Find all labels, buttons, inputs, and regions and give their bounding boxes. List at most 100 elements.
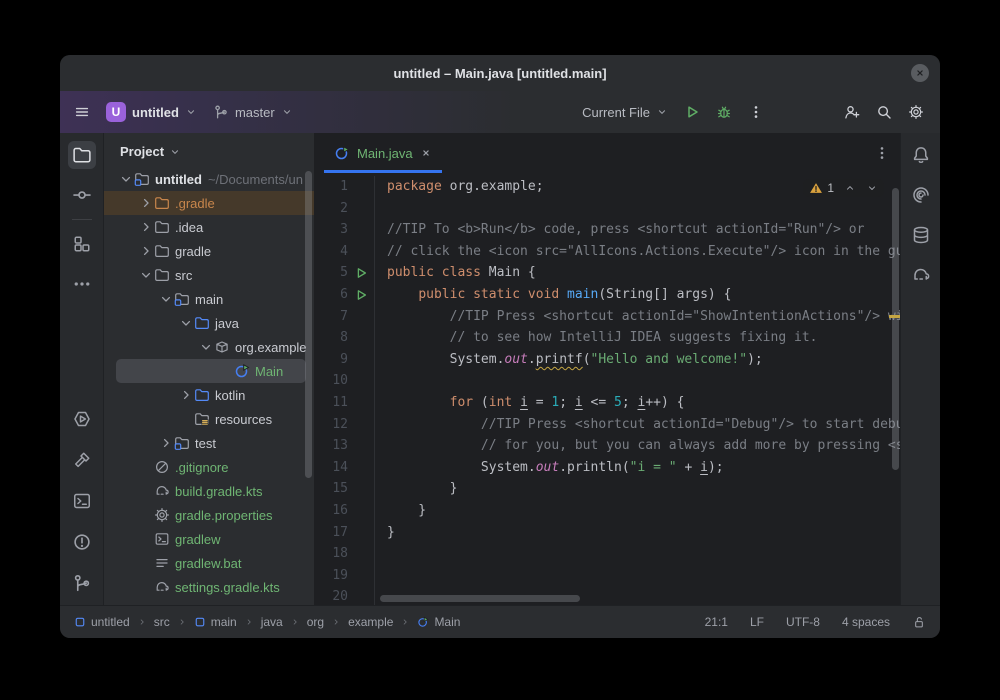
- tool-project[interactable]: [68, 141, 96, 169]
- breadcrumb-item-org[interactable]: org: [307, 615, 324, 629]
- tree-item-kotlin[interactable]: kotlin: [104, 383, 314, 407]
- code-line-19[interactable]: 19: [314, 565, 900, 587]
- code-line-18[interactable]: 18: [314, 543, 900, 565]
- code-line-10[interactable]: 10: [314, 370, 900, 392]
- tree-item-untitled[interactable]: untitled~/Documents/un: [104, 167, 314, 191]
- chevron-open-icon[interactable]: [158, 291, 174, 307]
- settings-button[interactable]: [902, 98, 930, 126]
- run-gutter-icon[interactable]: [348, 262, 374, 284]
- tab-close-button[interactable]: [420, 147, 432, 159]
- editor-horizontal-scrollbar[interactable]: [380, 595, 580, 602]
- chevron-closed-icon[interactable]: [138, 195, 154, 211]
- code-line-12[interactable]: 12 //TIP Press <shortcut actionId="Debug…: [314, 414, 900, 436]
- inspection-widget[interactable]: 1: [803, 179, 884, 197]
- search-everywhere-button[interactable]: [870, 98, 898, 126]
- debug-button[interactable]: [710, 98, 738, 126]
- chevron-open-icon[interactable]: [178, 315, 194, 331]
- tab-main-java[interactable]: Main.java: [324, 133, 442, 173]
- warning-stripe-mark[interactable]: [889, 315, 900, 318]
- code-line-8[interactable]: 8 // to see how IntelliJ IDEA suggests f…: [314, 327, 900, 349]
- run-gutter-icon[interactable]: [348, 284, 374, 306]
- code-line-7[interactable]: 7 //TIP Press <shortcut actionId="ShowIn…: [314, 306, 900, 328]
- folder-res-icon: [194, 411, 210, 427]
- tool-database[interactable]: [907, 221, 935, 249]
- tool-ai-assistant[interactable]: [907, 181, 935, 209]
- tree-item-src[interactable]: src: [104, 263, 314, 287]
- tree-item-java[interactable]: java: [104, 311, 314, 335]
- chevron-closed-icon[interactable]: [158, 435, 174, 451]
- tool-terminal[interactable]: [68, 487, 96, 515]
- code-line-3[interactable]: 3//TIP To <b>Run</b> code, press <shortc…: [314, 219, 900, 241]
- tree-item-Main[interactable]: Main: [116, 359, 306, 383]
- project-panel-header[interactable]: Project: [104, 133, 314, 167]
- line-separator[interactable]: LF: [750, 615, 764, 629]
- tree-item-.idea[interactable]: .idea: [104, 215, 314, 239]
- chevron-open-icon[interactable]: [138, 267, 154, 283]
- project-widget[interactable]: U untitled: [100, 98, 203, 126]
- tool-structure[interactable]: [68, 230, 96, 258]
- code-line-11[interactable]: 11 for (int i = 1; i <= 5; i++) {: [314, 392, 900, 414]
- more-actions-button[interactable]: [742, 98, 770, 126]
- caret-position[interactable]: 21:1: [705, 615, 728, 629]
- editor-vertical-scrollbar[interactable]: [892, 188, 899, 470]
- tool-more-tools[interactable]: [68, 270, 96, 298]
- chevron-open-icon[interactable]: [198, 339, 214, 355]
- tool-build[interactable]: [68, 446, 96, 474]
- breadcrumb-item-Main[interactable]: Main: [417, 615, 460, 629]
- lock-icon[interactable]: [912, 615, 926, 629]
- run-configuration-selector[interactable]: Current File: [576, 98, 674, 126]
- tool-run[interactable]: [68, 405, 96, 433]
- code-line-4[interactable]: 4// click the <icon src="AllIcons.Action…: [314, 241, 900, 263]
- chevron-closed-icon: [138, 243, 154, 259]
- tree-item-resources[interactable]: resources: [104, 407, 314, 431]
- tool-problems[interactable]: [68, 528, 96, 556]
- run-button[interactable]: [678, 98, 706, 126]
- folder-icon: [154, 195, 170, 211]
- code-line-17[interactable]: 17}: [314, 522, 900, 544]
- tree-item-build.gradle.kts[interactable]: build.gradle.kts: [104, 479, 314, 503]
- tree-item-org.example[interactable]: org.example: [104, 335, 314, 359]
- breadcrumb-item-untitled[interactable]: untitled: [74, 615, 130, 629]
- breadcrumb-item-example[interactable]: example: [348, 615, 393, 629]
- window-close-button[interactable]: [911, 64, 929, 82]
- code-line-13[interactable]: 13 // for you, but you can always add mo…: [314, 435, 900, 457]
- tree-item-gradle.properties[interactable]: gradle.properties: [104, 503, 314, 527]
- main-menu-button[interactable]: [68, 98, 96, 126]
- breadcrumb-item-java[interactable]: java: [261, 615, 283, 629]
- tree-item-.gradle[interactable]: .gradle: [104, 191, 314, 215]
- file-encoding[interactable]: UTF-8: [786, 615, 820, 629]
- code-line-6[interactable]: 6 public static void main(String[] args)…: [314, 284, 900, 306]
- tree-item-gradlew.bat[interactable]: gradlew.bat: [104, 551, 314, 575]
- code-with-me-button[interactable]: [838, 98, 866, 126]
- chevron-down-icon[interactable]: [866, 182, 878, 194]
- project-scrollbar[interactable]: [305, 171, 312, 478]
- tool-notifications[interactable]: [907, 141, 935, 169]
- tree-item-settings.gradle.kts[interactable]: settings.gradle.kts: [104, 575, 314, 599]
- breadcrumb-item-main[interactable]: main: [194, 615, 237, 629]
- breadcrumb-item-src[interactable]: src: [154, 615, 170, 629]
- chevron-closed-icon[interactable]: [178, 387, 194, 403]
- tool-gradle[interactable]: [907, 261, 935, 289]
- tool-commit[interactable]: [68, 181, 96, 209]
- code-line-9[interactable]: 9 System.out.printf("Hello and welcome!"…: [314, 349, 900, 371]
- tree-item-gradlew[interactable]: gradlew: [104, 527, 314, 551]
- tree-item-.gitignore[interactable]: .gitignore: [104, 455, 314, 479]
- vcs-widget[interactable]: master: [207, 98, 299, 126]
- code-line-15[interactable]: 15 }: [314, 478, 900, 500]
- indent-style[interactable]: 4 spaces: [842, 615, 890, 629]
- tree-item-main[interactable]: main: [104, 287, 314, 311]
- code-line-16[interactable]: 16 }: [314, 500, 900, 522]
- tree-item-test[interactable]: test: [104, 431, 314, 455]
- tool-version-control[interactable]: [68, 569, 96, 597]
- code-line-2[interactable]: 2: [314, 198, 900, 220]
- chevron-open-icon[interactable]: [118, 171, 134, 187]
- code-line-14[interactable]: 14 System.out.println("i = " + i);: [314, 457, 900, 479]
- tree-item-gradle[interactable]: gradle: [104, 239, 314, 263]
- chevron-placeholder: [138, 459, 154, 475]
- chevron-closed-icon[interactable]: [138, 219, 154, 235]
- chevron-up-icon[interactable]: [844, 182, 856, 194]
- code-editor[interactable]: 1package org.example;23//TIP To <b>Run</…: [314, 173, 900, 605]
- chevron-closed-icon[interactable]: [138, 243, 154, 259]
- code-line-5[interactable]: 5public class Main {: [314, 262, 900, 284]
- tab-options-button[interactable]: [874, 145, 890, 161]
